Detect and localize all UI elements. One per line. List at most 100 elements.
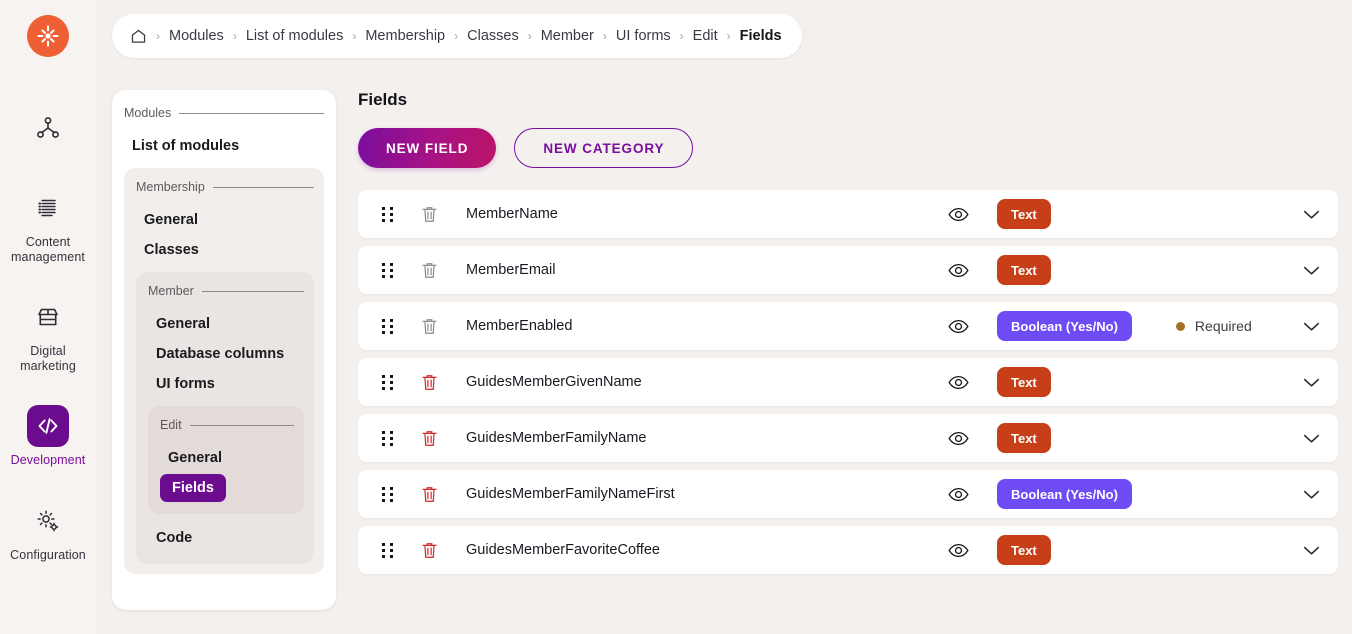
nav-group-membership-header: Membership bbox=[136, 180, 314, 194]
breadcrumb-item-ui-forms[interactable]: UI forms bbox=[616, 28, 671, 44]
field-row: MemberEmail Text bbox=[358, 246, 1338, 294]
main-content: Fields NEW FIELD NEW CATEGORY MemberName… bbox=[358, 90, 1338, 574]
field-type-badge[interactable]: Text bbox=[997, 255, 1051, 285]
trash-icon[interactable] bbox=[421, 429, 438, 448]
field-row: MemberName Text bbox=[358, 190, 1338, 238]
chevron-down-icon[interactable] bbox=[1281, 209, 1320, 220]
breadcrumb-separator: › bbox=[726, 29, 731, 43]
eye-visibility-icon[interactable] bbox=[948, 543, 969, 558]
field-row-controls: Text bbox=[948, 423, 1320, 453]
trash-icon[interactable] bbox=[421, 485, 438, 504]
nav-group-modules-header: Modules bbox=[124, 106, 324, 120]
sidebar-item-configuration[interactable]: Configuration bbox=[5, 496, 91, 569]
field-type-badge[interactable]: Text bbox=[997, 367, 1051, 397]
trash-icon[interactable] bbox=[421, 205, 438, 224]
field-row: GuidesMemberGivenName Text bbox=[358, 358, 1338, 406]
chevron-down-icon[interactable] bbox=[1281, 489, 1320, 500]
chevron-down-icon[interactable] bbox=[1281, 377, 1320, 388]
sidebar-item-channels[interactable] bbox=[5, 103, 91, 161]
nav-group-member: Member General Database columns UI forms… bbox=[136, 272, 314, 564]
field-name: GuidesMemberGivenName bbox=[466, 374, 642, 390]
kentico-sunburst-logo[interactable] bbox=[27, 15, 69, 57]
sidebar-item-development[interactable]: Development bbox=[5, 401, 91, 474]
eye-visibility-icon[interactable] bbox=[948, 487, 969, 502]
nav-group-member-header: Member bbox=[148, 284, 304, 298]
chevron-down-icon[interactable] bbox=[1281, 265, 1320, 276]
chevron-down-icon[interactable] bbox=[1281, 545, 1320, 556]
drag-handle-icon[interactable] bbox=[380, 317, 394, 335]
secondary-nav-panel: Modules List of modules Membership Gener… bbox=[112, 90, 336, 610]
field-row-controls: Boolean (Yes/No) bbox=[948, 479, 1320, 509]
sidebar-item-content-management[interactable]: Content management bbox=[5, 183, 91, 270]
nav-group-title: Edit bbox=[160, 418, 182, 432]
breadcrumb-separator: › bbox=[232, 29, 237, 43]
divider bbox=[201, 290, 304, 292]
digital-marketing-storefront-icon bbox=[27, 296, 69, 338]
field-row-controls: Text bbox=[948, 255, 1320, 285]
primary-sidebar-items: Content management Digital marketing Dev… bbox=[0, 103, 96, 590]
eye-visibility-icon[interactable] bbox=[948, 319, 969, 334]
field-type-badge[interactable]: Text bbox=[997, 423, 1051, 453]
field-type-badge[interactable]: Boolean (Yes/No) bbox=[997, 479, 1132, 509]
nav-item-database-columns[interactable]: Database columns bbox=[148, 340, 304, 368]
breadcrumb-item-list-of-modules[interactable]: List of modules bbox=[246, 28, 344, 44]
breadcrumb-item-modules[interactable]: Modules bbox=[169, 28, 224, 44]
nav-item-membership-general[interactable]: General bbox=[136, 206, 314, 234]
nav-item-member-general[interactable]: General bbox=[148, 310, 304, 338]
trash-icon[interactable] bbox=[421, 261, 438, 280]
drag-handle-icon[interactable] bbox=[380, 541, 394, 559]
drag-handle-icon[interactable] bbox=[380, 261, 394, 279]
nav-item-membership-classes[interactable]: Classes bbox=[136, 236, 314, 264]
sidebar-item-label: Digital marketing bbox=[20, 344, 76, 373]
trash-icon[interactable] bbox=[421, 373, 438, 392]
required-status-badge: Required bbox=[1175, 318, 1252, 334]
chevron-down-icon[interactable] bbox=[1281, 321, 1320, 332]
nav-group-title: Membership bbox=[136, 180, 205, 194]
nav-item-ui-forms[interactable]: UI forms bbox=[148, 370, 304, 398]
breadcrumb-separator: › bbox=[454, 29, 459, 43]
breadcrumb-item-member[interactable]: Member bbox=[541, 28, 594, 44]
page-title: Fields bbox=[358, 90, 408, 109]
app-root: Content management Digital marketing Dev… bbox=[0, 0, 1352, 634]
field-name: GuidesMemberFamilyNameFirst bbox=[466, 486, 675, 502]
status-dot-icon bbox=[1175, 321, 1185, 331]
drag-handle-icon[interactable] bbox=[380, 429, 394, 447]
eye-visibility-icon[interactable] bbox=[948, 207, 969, 222]
drag-handle-icon[interactable] bbox=[380, 373, 394, 391]
field-row-controls: Text bbox=[948, 535, 1320, 565]
sidebar-item-label: Content management bbox=[11, 235, 85, 264]
sidebar-item-label: Configuration bbox=[10, 547, 86, 562]
eye-visibility-icon[interactable] bbox=[948, 375, 969, 390]
new-category-button[interactable]: NEW CATEGORY bbox=[514, 128, 694, 168]
new-field-button[interactable]: NEW FIELD bbox=[358, 128, 497, 168]
nav-item-code[interactable]: Code bbox=[148, 524, 304, 552]
drag-handle-icon[interactable] bbox=[380, 485, 394, 503]
trash-icon[interactable] bbox=[421, 317, 438, 336]
home-icon[interactable] bbox=[130, 28, 147, 45]
breadcrumb-item-classes[interactable]: Classes bbox=[467, 28, 519, 44]
eye-visibility-icon[interactable] bbox=[948, 263, 969, 278]
nav-item-edit-general[interactable]: General bbox=[160, 444, 294, 472]
field-type-badge[interactable]: Text bbox=[997, 535, 1051, 565]
breadcrumb-separator: › bbox=[679, 29, 684, 43]
nav-item-list-of-modules[interactable]: List of modules bbox=[124, 132, 324, 160]
field-row: GuidesMemberFamilyName Text bbox=[358, 414, 1338, 462]
nav-group-membership: Membership General Classes Member Genera… bbox=[124, 168, 324, 574]
sidebar-item-digital-marketing[interactable]: Digital marketing bbox=[5, 292, 91, 379]
breadcrumb-item-membership[interactable]: Membership bbox=[365, 28, 445, 44]
breadcrumb-item-fields: Fields bbox=[739, 28, 782, 44]
field-type-badge[interactable]: Boolean (Yes/No) bbox=[997, 311, 1132, 341]
breadcrumb-separator: › bbox=[527, 29, 532, 43]
drag-handle-icon[interactable] bbox=[380, 205, 394, 223]
breadcrumb-item-edit[interactable]: Edit bbox=[693, 28, 718, 44]
nav-item-edit-fields[interactable]: Fields bbox=[160, 474, 226, 502]
breadcrumb-separator: › bbox=[156, 29, 160, 43]
channels-share-icon bbox=[27, 107, 69, 149]
breadcrumb: › Modules › List of modules › Membership… bbox=[112, 14, 802, 58]
divider bbox=[189, 424, 294, 426]
chevron-down-icon[interactable] bbox=[1281, 433, 1320, 444]
field-name: MemberEmail bbox=[466, 262, 556, 278]
trash-icon[interactable] bbox=[421, 541, 438, 560]
eye-visibility-icon[interactable] bbox=[948, 431, 969, 446]
field-type-badge[interactable]: Text bbox=[997, 199, 1051, 229]
